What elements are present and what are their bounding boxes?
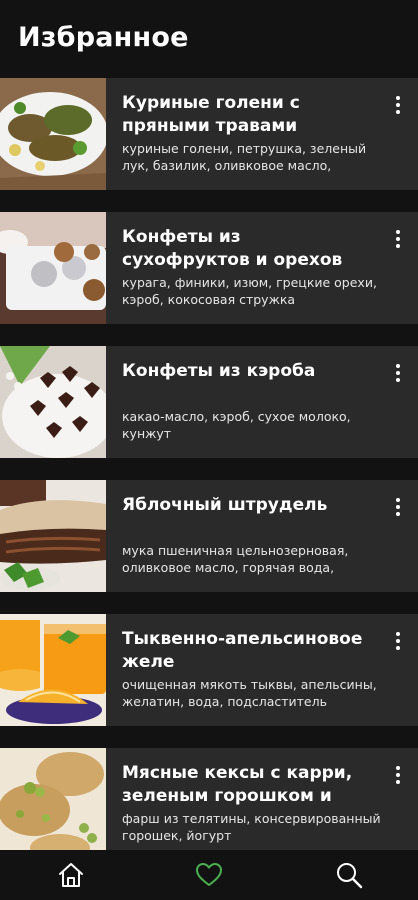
more-options-icon[interactable]: [390, 228, 406, 250]
recipe-title: Конфеты из сухофруктов и орехов: [122, 227, 343, 270]
recipe-thumbnail-strudel: [0, 480, 106, 592]
recipe-card[interactable]: Конфеты из кэроба какао-масло, кэроб, су…: [0, 346, 418, 458]
recipe-card[interactable]: Яблочный штрудель мука пшеничная цельноз…: [0, 480, 418, 592]
nav-search-button[interactable]: [334, 860, 364, 890]
recipe-ingredients: какао-масло, кэроб, сухое молоко, кунжут: [122, 409, 351, 441]
recipe-card[interactable]: Конфеты из сухофруктов и орехов курага, …: [0, 212, 418, 324]
more-options-icon[interactable]: [390, 764, 406, 786]
recipe-title: Куриные голени с пряными травами: [122, 93, 300, 136]
recipe-title: Яблочный штрудель: [122, 495, 328, 515]
recipe-thumbnail-chicken: [0, 78, 106, 190]
recipe-card[interactable]: Тыквенно-апельсиновое желе очищенная мяк…: [0, 614, 418, 726]
recipe-thumbnail-jelly: [0, 614, 106, 726]
recipe-ingredients: очищенная мякоть тыквы, апельсины, желат…: [122, 677, 377, 709]
app-header: Избранное: [0, 0, 418, 78]
nav-home-button[interactable]: [56, 860, 86, 890]
search-icon: [337, 863, 363, 889]
recipe-title: Конфеты из кэроба: [122, 361, 316, 381]
more-options-icon[interactable]: [390, 94, 406, 116]
home-icon: [59, 863, 83, 887]
recipe-thumbnail-carob-candies: [0, 346, 106, 458]
more-options-icon[interactable]: [390, 496, 406, 518]
recipe-ingredients: фарш из телятины, консервированный горош…: [122, 811, 381, 843]
recipe-ingredients: куриные голени, петрушка, зеленый лук, б…: [122, 141, 367, 173]
recipe-title: Тыквенно-апельсиновое желе: [122, 629, 363, 672]
recipe-thumbnail-candies: [0, 212, 106, 324]
more-options-icon[interactable]: [390, 630, 406, 652]
heart-icon: [196, 863, 222, 886]
recipe-title: Мясные кексы с карри, зеленым горошком и: [122, 763, 353, 806]
favorites-list[interactable]: Куриные голени с пряными травами куриные…: [0, 78, 418, 850]
nav-favorites-button[interactable]: [194, 860, 224, 890]
recipe-ingredients: мука пшеничная цельнозерновая, оливковое…: [122, 543, 349, 575]
recipe-thumbnail-muffins: [0, 748, 106, 850]
bottom-navigation: [0, 850, 418, 900]
more-options-icon[interactable]: [390, 362, 406, 384]
recipe-card[interactable]: Мясные кексы с карри, зеленым горошком и…: [0, 748, 418, 850]
page-title: Избранное: [18, 22, 189, 53]
recipe-ingredients: курага, финики, изюм, грецкие орехи, кэр…: [122, 275, 377, 307]
recipe-card[interactable]: Куриные голени с пряными травами куриные…: [0, 78, 418, 190]
